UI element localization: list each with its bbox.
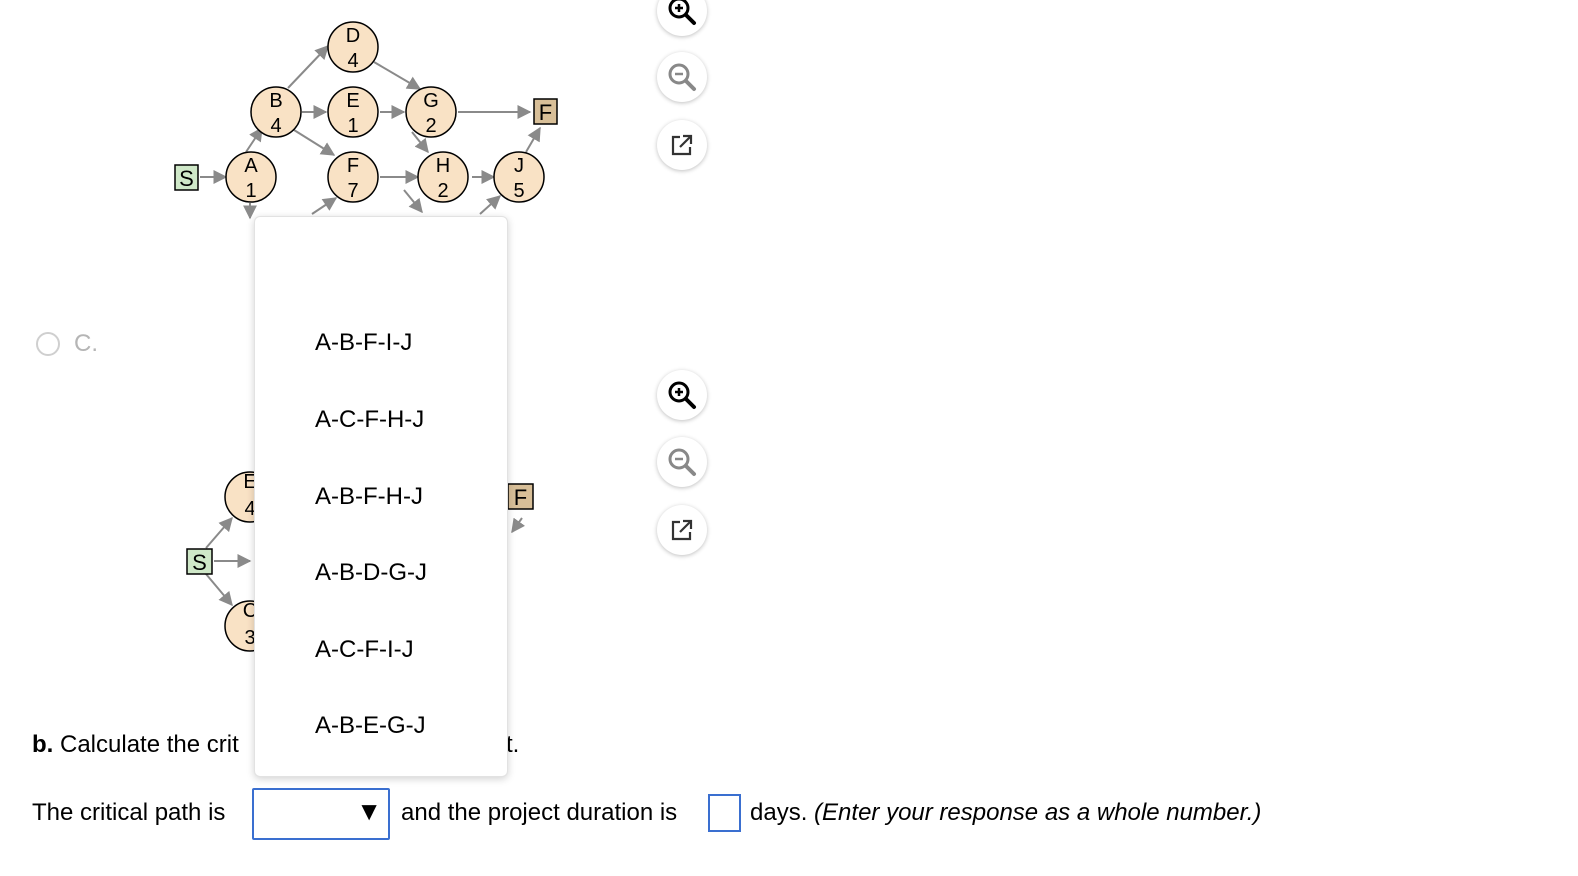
node-B: B4 (250, 86, 302, 138)
zoom-out-icon (668, 63, 696, 91)
project-duration-input[interactable] (708, 794, 741, 832)
node-H-duration: 2 (437, 180, 448, 202)
dropdown-option[interactable]: A-B-F-I-J (315, 329, 412, 357)
zoom-out-icon (668, 448, 696, 476)
entry-hint: (Enter your response as a whole number.) (814, 799, 1262, 826)
critical-path-select[interactable]: ▼ (252, 788, 390, 840)
svg-text:S: S (192, 550, 207, 575)
node-G: G2 (405, 86, 457, 138)
node-E-label: E (346, 90, 359, 112)
node-F-duration: 7 (347, 180, 358, 202)
node-B-duration: 4 (270, 115, 281, 137)
dropdown-option[interactable]: A-B-D-G-J (315, 559, 427, 587)
node-G-duration: 2 (425, 115, 436, 137)
svg-text:F: F (514, 485, 527, 510)
svg-text:S: S (179, 166, 194, 191)
dropdown-arrow-icon: ▼ (356, 796, 382, 826)
node-A: A1 (225, 151, 277, 203)
option-c-label: C. (74, 330, 98, 357)
node-H: H2 (417, 151, 469, 203)
node-H-label: H (436, 155, 450, 177)
question-b-text: b. Calculate the crit (32, 731, 239, 759)
question-b-body: Calculate the crit (60, 731, 239, 758)
start-node-S: S (174, 164, 199, 191)
question-b-label: b. (32, 731, 54, 758)
question-b-tail: t. (506, 731, 520, 758)
popout-button-top[interactable] (657, 120, 707, 170)
node-A-label: A (244, 155, 258, 177)
start-node-S-c: S (186, 548, 213, 575)
node-E-duration: 1 (347, 115, 358, 137)
node-D: D4 (327, 21, 379, 73)
node-G-label: G (423, 90, 439, 112)
external-link-icon (671, 134, 693, 156)
node-A-duration: 1 (245, 180, 256, 202)
dropdown-option[interactable]: A-C-F-I-J (315, 636, 414, 664)
zoom-in-button-c[interactable] (657, 370, 707, 420)
duration-suffix: days. (Enter your response as a whole nu… (750, 799, 1261, 827)
dropdown-option[interactable]: A-B-E-G-J (315, 712, 426, 740)
critical-path-prefix: The critical path is (32, 799, 226, 826)
dropdown-option[interactable]: A-B-F-H-J (315, 483, 423, 511)
zoom-out-button-c[interactable] (657, 437, 707, 487)
node-D-label: D (346, 25, 360, 47)
dropdown-option[interactable]: A-C-F-H-J (315, 406, 424, 434)
finish-node-F-c: F (507, 483, 534, 510)
zoom-in-icon (668, 0, 696, 25)
zoom-in-button-top[interactable] (657, 0, 707, 36)
node-J-label: J (514, 155, 524, 177)
node-D-duration: 4 (347, 50, 358, 72)
svg-text:F: F (539, 100, 552, 125)
popout-button-c[interactable] (657, 505, 707, 555)
node-J-duration: 5 (513, 180, 524, 202)
node-F-label: F (347, 155, 359, 177)
zoom-out-button-top[interactable] (657, 52, 707, 102)
node-F: F7 (327, 151, 379, 203)
network-diagram-top: S F A1B4D4E1G2F7H2J5 (174, 21, 558, 220)
node-B-label: B (269, 90, 282, 112)
external-link-icon (671, 519, 693, 541)
option-c-radio[interactable] (36, 332, 60, 356)
zoom-in-icon (668, 381, 696, 409)
critical-path-dropdown: A-B-F-I-J A-C-F-H-J A-B-F-H-J A-B-D-G-J … (254, 216, 508, 777)
node-E: E1 (327, 86, 379, 138)
days-label: days. (750, 799, 808, 826)
duration-prefix: and the project duration is (401, 799, 678, 826)
finish-node-F: F (533, 98, 558, 125)
node-J: J5 (493, 151, 545, 203)
